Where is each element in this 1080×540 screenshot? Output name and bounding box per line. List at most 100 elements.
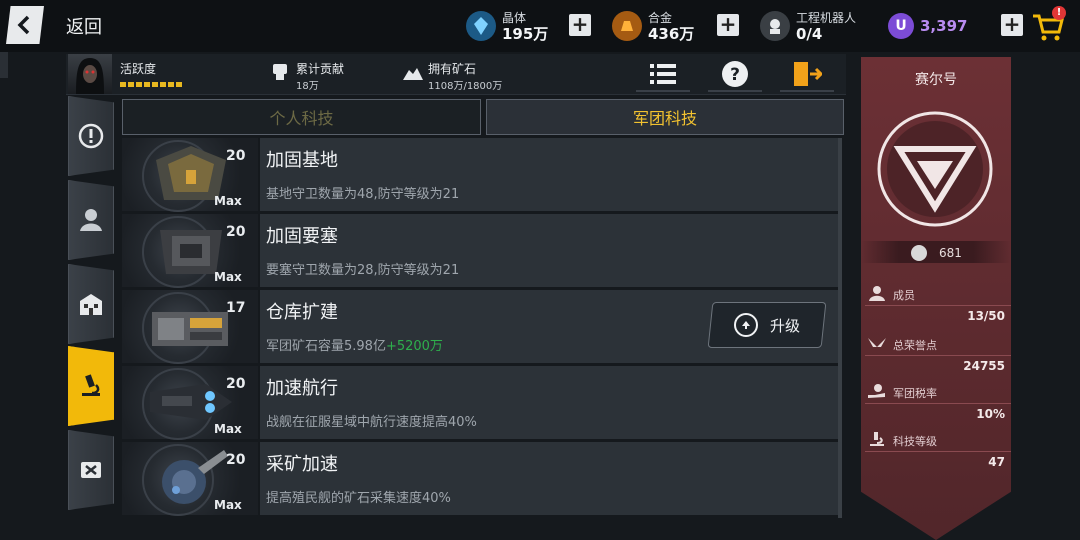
- crystal-value: 195万: [502, 25, 549, 43]
- tech-level: 17: [226, 300, 246, 316]
- legion-name: 赛尔号: [915, 72, 957, 88]
- microscope-icon: [870, 432, 884, 446]
- tech-title: 加固要塞: [266, 226, 338, 247]
- tech-desc-text: 要塞守卫数量为28,防守等级为21: [266, 263, 460, 278]
- tech-max-label: Max: [214, 422, 242, 436]
- tech-row[interactable]: 20 Max 加速航行 战舰在征服星域中航行速度提高40%: [122, 366, 838, 440]
- alloy-resource: 合金 436万: [612, 6, 694, 46]
- chevron-left-icon: [17, 15, 30, 35]
- top-bar: 返回 晶体 195万 + 合金 436万 + 工程机器人 0/4 U 3,397: [0, 0, 1080, 52]
- exit-legion-button[interactable]: [780, 58, 834, 92]
- crystal-resource: 晶体 195万: [466, 6, 548, 46]
- tech-desc: 提高殖民舰的矿石采集速度40%: [266, 487, 451, 506]
- tech-desc-text: 基地守卫数量为48,防守等级为21: [266, 187, 460, 202]
- coin-icon: [911, 245, 927, 261]
- contribution-label: 累计贡献: [296, 62, 345, 76]
- tech-max-label: Max: [214, 498, 242, 512]
- left-edge-handle: [0, 52, 8, 78]
- tab-legion-tech[interactable]: 军团科技: [486, 99, 844, 135]
- tech-max-label: Max: [214, 270, 242, 284]
- tech-row[interactable]: 20 Max 加固基地 基地守卫数量为48,防守等级为21: [122, 138, 838, 212]
- tech-desc: 要塞守卫数量为28,防守等级为21: [266, 259, 459, 278]
- back-button[interactable]: [6, 6, 44, 44]
- stat-value: 10%: [976, 407, 1005, 421]
- contribution: 累计贡献 18万: [270, 60, 344, 92]
- upgrade-button[interactable]: 升级: [707, 302, 827, 348]
- alloy-value: 436万: [648, 25, 695, 43]
- tech-title: 采矿加速: [266, 454, 338, 475]
- stat-tech-level: 科技等级 47: [865, 429, 1011, 475]
- help-button[interactable]: ?: [708, 58, 762, 92]
- tax-hand-icon: [868, 384, 885, 398]
- upgrade-label: 升级: [769, 316, 800, 335]
- microscope-icon: [82, 374, 100, 396]
- u-currency-value: 3,397: [920, 17, 968, 35]
- tech-level: 20: [226, 148, 246, 164]
- ore-label: 拥有矿石: [428, 62, 477, 76]
- stat-label: 军团税率: [893, 387, 937, 400]
- exit-door-icon: [794, 62, 822, 86]
- tech-title: 加固基地: [266, 150, 338, 171]
- shop-cart-button[interactable]: !: [1030, 6, 1066, 44]
- u-currency: U 3,397: [888, 6, 967, 46]
- side-tab-notice[interactable]: [68, 96, 114, 176]
- tech-row[interactable]: 20 Max 加固要塞 要塞守卫数量为28,防守等级为21: [122, 214, 838, 288]
- tech-title: 加速航行: [266, 378, 338, 399]
- stat-label: 成员: [893, 289, 915, 302]
- stat-value: 24755: [963, 359, 1005, 373]
- contribution-value: 18万: [296, 81, 319, 92]
- arrow-up-icon: [733, 313, 758, 337]
- tech-max-label: Max: [214, 194, 242, 208]
- legion-score: 681: [861, 241, 1011, 263]
- ore-value: 1108万/1800万: [428, 81, 503, 92]
- legion-info-bar: 活跃度 累计贡献 18万 拥有矿石 1108万/1800万 ?: [66, 54, 846, 95]
- activity: 活跃度: [120, 60, 156, 77]
- tech-gain: +5200万: [385, 339, 443, 354]
- stat-value: 13/50: [967, 309, 1005, 323]
- tech-level: 20: [226, 452, 246, 468]
- side-tab-tech[interactable]: [68, 346, 114, 426]
- back-label[interactable]: 返回: [66, 13, 102, 39]
- legion-panel: 赛尔号 681 成员 13/50 总荣誉点 24755 军团税率 10% 科技等…: [861, 57, 1011, 540]
- add-u-currency-button[interactable]: +: [1001, 14, 1023, 36]
- wings-icon: [868, 338, 886, 347]
- activity-meter: [120, 82, 184, 87]
- crystal-label: 晶体: [502, 11, 527, 25]
- avatar[interactable]: [68, 54, 112, 94]
- tech-desc: 战舰在征服星域中航行速度提高40%: [266, 411, 477, 430]
- side-tab-members[interactable]: [68, 180, 114, 260]
- member-icon: [869, 286, 885, 301]
- alloy-icon: [612, 11, 642, 41]
- cart-badge: !: [1052, 6, 1066, 20]
- tech-list-scrollbar[interactable]: [838, 138, 842, 518]
- ore: 拥有矿石 1108万/1800万: [402, 60, 502, 92]
- list-icon: [650, 64, 676, 84]
- legion-score-value: 681: [939, 246, 962, 260]
- tech-level: 20: [226, 224, 246, 240]
- add-crystal-button[interactable]: +: [569, 14, 591, 36]
- tab-personal-tech[interactable]: 个人科技: [122, 99, 481, 135]
- fist-icon: [273, 64, 287, 80]
- alloy-label: 合金: [648, 11, 673, 25]
- crystal-icon: [466, 11, 496, 41]
- robot-label: 工程机器人: [796, 11, 857, 25]
- stat-tax: 军团税率 10%: [865, 381, 1011, 427]
- side-tab-buildings[interactable]: [68, 264, 114, 344]
- add-alloy-button[interactable]: +: [717, 14, 739, 36]
- member-icon: [80, 209, 102, 231]
- stat-honor: 总荣誉点 24755: [865, 333, 1011, 379]
- tech-list: 20 Max 加固基地 基地守卫数量为48,防守等级为21 20 Max 加固要…: [122, 138, 842, 540]
- tech-row[interactable]: 17 仓库扩建 军团矿石容量5.98亿+5200万 升级: [122, 290, 838, 364]
- list-button[interactable]: [636, 58, 690, 92]
- stat-label: 科技等级: [893, 435, 937, 448]
- side-tab-battle[interactable]: [68, 430, 114, 510]
- tech-title: 仓库扩建: [266, 302, 338, 323]
- stat-value: 47: [988, 455, 1005, 469]
- tech-desc-text: 提高殖民舰的矿石采集速度40%: [266, 491, 451, 506]
- svg-text:?: ?: [730, 65, 740, 85]
- ore-icon: [403, 68, 423, 80]
- u-currency-icon: U: [888, 13, 914, 39]
- legion-emblem-icon: [877, 111, 993, 227]
- tech-level: 20: [226, 376, 246, 392]
- tech-row[interactable]: 20 Max 采矿加速 提高殖民舰的矿石采集速度40%: [122, 442, 838, 516]
